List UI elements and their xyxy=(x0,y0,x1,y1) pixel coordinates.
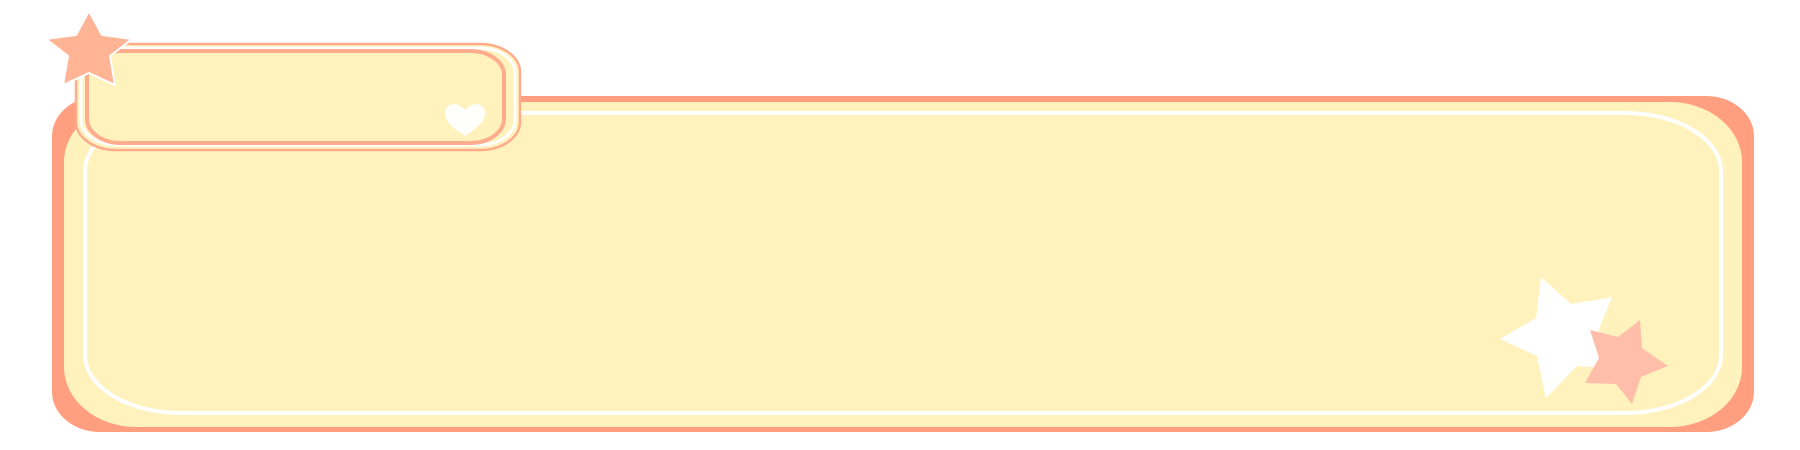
frame-artwork xyxy=(43,8,1754,432)
decorative-frame xyxy=(0,0,1800,450)
title-tab-box xyxy=(85,49,506,145)
